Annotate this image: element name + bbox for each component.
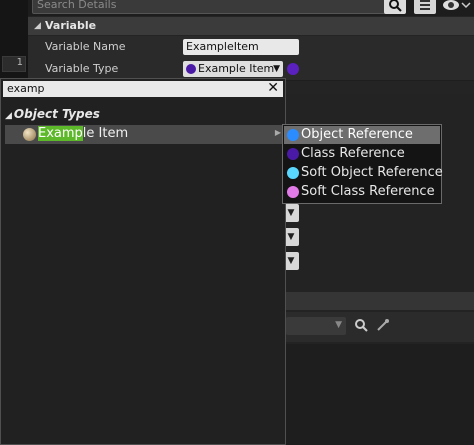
type-picker-popup: examp ✕ ◢ Object Types Example Item ▶ [0, 78, 286, 445]
section-header-bar[interactable] [284, 292, 474, 310]
search-button[interactable] [384, 0, 406, 14]
type-search-value: examp [7, 82, 45, 95]
asset-combo[interactable]: ▼ [286, 317, 346, 335]
collapse-arrow-icon: ◢ [5, 111, 12, 121]
clear-search-icon[interactable]: ✕ [267, 80, 279, 96]
eyedropper-icon[interactable] [376, 318, 390, 332]
collapse-arrow-icon: ◢ [34, 21, 41, 31]
object-pin-icon [186, 64, 196, 74]
variable-name-input[interactable]: ExampleItem [183, 39, 299, 55]
container-type-button[interactable] [287, 63, 299, 75]
details-search-input[interactable]: Search Details [32, 0, 394, 14]
variable-name-row: Variable Name ExampleItem [28, 36, 474, 59]
variable-name-label: Variable Name [45, 40, 126, 53]
view-options-button[interactable] [414, 0, 436, 14]
variable-type-dropdown[interactable]: Example Item ▼ [183, 61, 283, 77]
type-item-label: Example Item [38, 126, 129, 141]
menu-item-class-reference[interactable]: Class Reference [284, 145, 440, 163]
object-types-category[interactable]: ◢ Object Types [5, 107, 100, 121]
type-search-input[interactable]: examp ✕ [3, 80, 283, 97]
object-ball-icon [23, 128, 36, 141]
soft-class-reference-icon [287, 186, 299, 198]
class-reference-icon [287, 148, 299, 160]
search-match-highlight: Examp [38, 126, 83, 141]
reference-type-submenu: Object Reference Class Reference Soft Ob… [282, 124, 443, 204]
variable-category-header[interactable]: ◢ Variable [28, 17, 474, 35]
variable-type-label: Variable Type [45, 62, 119, 75]
chevron-down-icon: ▼ [335, 320, 342, 330]
search-icon [389, 0, 402, 12]
chevron-down-icon: ▼ [273, 64, 280, 74]
left-panel-tab[interactable]: 1 [2, 56, 26, 72]
asset-picker-row: ▼ [284, 312, 474, 342]
grid-icon [420, 0, 430, 10]
menu-item-object-reference[interactable]: Object Reference [284, 126, 440, 144]
browse-search-icon[interactable] [354, 318, 368, 332]
visibility-button[interactable] [441, 0, 471, 13]
soft-object-reference-icon [287, 167, 299, 179]
details-search-row: Search Details [28, 0, 474, 16]
object-reference-icon [287, 129, 299, 141]
submenu-arrow-icon: ▶ [274, 128, 281, 137]
menu-item-soft-object-reference[interactable]: Soft Object Reference [284, 164, 443, 182]
eye-icon [443, 0, 471, 10]
type-item-example-item[interactable]: Example Item ▶ [5, 125, 285, 144]
details-empty-area [284, 344, 474, 445]
variable-type-value: Example Item [198, 62, 275, 75]
menu-item-soft-class-reference[interactable]: Soft Class Reference [284, 183, 440, 201]
